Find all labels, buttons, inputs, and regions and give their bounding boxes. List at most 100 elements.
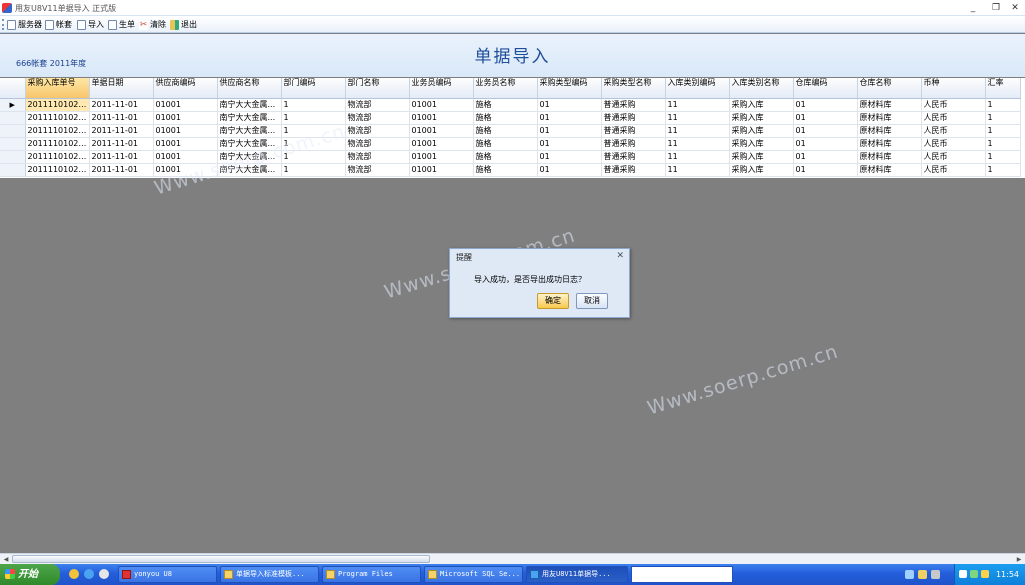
volume-icon[interactable] [981,570,989,578]
grid-cell[interactable]: 11 [665,163,730,177]
grid-cell[interactable]: 普通采购 [601,111,666,125]
grid-cell[interactable]: 1 [985,163,1021,177]
column-header[interactable]: 采购类型名称 [601,78,666,99]
security-icon[interactable] [970,570,978,578]
grid-cell[interactable]: 物流部 [345,98,410,112]
table-row[interactable]: 201111010205 2011-11-01 01001 南宁大大金属... 1 物流部… [0,137,1021,151]
grid-cell[interactable]: 1 [281,98,346,112]
column-header[interactable]: 采购入库单号 [25,78,90,99]
grid-cell[interactable]: 01 [793,150,858,164]
grid-cell[interactable]: 1 [985,150,1021,164]
toolbar-grip[interactable] [2,19,4,30]
grid-cell[interactable]: 01001 [409,98,474,112]
grid-cell[interactable]: 物流部 [345,137,410,151]
grid-cell[interactable]: 01001 [409,137,474,151]
column-header[interactable]: 采购类型编码 [537,78,602,99]
column-header[interactable]: 供应商名称 [217,78,282,99]
grid-cell[interactable]: 施格 [473,150,538,164]
grid-cell[interactable]: 施格 [473,163,538,177]
grid-cell[interactable]: 11 [665,111,730,125]
language-icon[interactable] [905,570,914,579]
grid-cell[interactable]: 01 [537,111,602,125]
column-header[interactable]: 供应商编码 [153,78,218,99]
grid-cell[interactable]: 采购入库 [729,124,794,138]
row-header[interactable] [0,150,26,164]
grid-cell[interactable]: 人民币 [921,137,986,151]
grid-cell[interactable]: 201111010206 [25,163,90,177]
column-header[interactable]: 仓库名称 [857,78,922,99]
grid-cell[interactable]: 01001 [409,124,474,138]
column-header[interactable]: 部门编码 [281,78,346,99]
start-button[interactable]: 开始 [0,564,60,585]
grid-cell[interactable]: 物流部 [345,163,410,177]
cancel-button[interactable]: 取消 [576,293,608,309]
grid-cell[interactable]: 南宁大大金属... [217,124,282,138]
grid-cell[interactable]: 201111010206 [25,150,90,164]
column-header[interactable]: 入库类别名称 [729,78,794,99]
grid-cell[interactable]: 人民币 [921,111,986,125]
quicklaunch-icon[interactable] [84,569,94,579]
grid-cell[interactable]: 2011-11-01 [89,124,154,138]
grid-cell[interactable]: 南宁大大金属... [217,98,282,112]
clear-button[interactable]: ✂ 清除 [139,18,166,31]
grid-cell[interactable]: 01 [793,98,858,112]
scroll-left-icon[interactable]: ◀ [1,555,11,564]
grid-cell[interactable]: 普通采购 [601,150,666,164]
close-icon[interactable]: ✕ [616,251,624,261]
data-grid[interactable]: 采购入库单号 单据日期 供应商编码 供应商名称 部门编码 部门名称 业务员编码 … [0,78,1025,178]
column-header[interactable]: 单据日期 [89,78,154,99]
grid-cell[interactable]: 01001 [409,111,474,125]
grid-cell[interactable]: 采购入库 [729,163,794,177]
grid-cell[interactable]: 原材料库 [857,124,922,138]
grid-cell[interactable]: 采购入库 [729,150,794,164]
grid-cell[interactable]: 01001 [409,150,474,164]
close-button[interactable]: ✕ [1005,1,1025,15]
grid-cell[interactable]: 11 [665,150,730,164]
grid-cell[interactable]: 2011-11-01 [89,137,154,151]
grid-cell[interactable]: 2011-11-01 [89,150,154,164]
ok-button[interactable]: 确定 [537,293,569,309]
grid-cell[interactable]: 普通采购 [601,124,666,138]
grid-cell[interactable]: 01 [793,111,858,125]
grid-cell[interactable]: 人民币 [921,150,986,164]
grid-cell[interactable]: 01 [793,163,858,177]
horizontal-scrollbar[interactable]: ◀ ▶ [0,553,1025,564]
column-header[interactable]: 汇率 [985,78,1021,99]
grid-cell[interactable]: 普通采购 [601,98,666,112]
grid-cell[interactable]: 1 [985,111,1021,125]
grid-cell[interactable]: 采购入库 [729,111,794,125]
grid-cell[interactable]: 201111010205 [25,137,90,151]
grid-cell[interactable]: 人民币 [921,124,986,138]
grid-cell[interactable]: 01 [793,137,858,151]
grid-cell[interactable]: 施格 [473,98,538,112]
grid-cell[interactable]: 01001 [153,124,218,138]
tray-icon[interactable] [918,570,927,579]
column-header[interactable]: 业务员编码 [409,78,474,99]
grid-cell[interactable]: 2011-11-01 [89,98,154,112]
grid-cell[interactable]: 人民币 [921,98,986,112]
table-row[interactable]: 201111010206 2011-11-01 01001 南宁大大金属... 1 物流部… [0,150,1021,164]
task-button[interactable]: yonyou U8 [118,566,217,583]
grid-cell[interactable]: 普通采购 [601,137,666,151]
grid-cell[interactable]: 普通采购 [601,163,666,177]
grid-cell[interactable]: 1 [985,137,1021,151]
grid-cell[interactable]: 施格 [473,111,538,125]
grid-cell[interactable]: 南宁大大金属... [217,111,282,125]
grid-cell[interactable]: 01 [537,150,602,164]
restore-button[interactable]: ❐ [986,1,1006,15]
grid-cell[interactable]: 01 [793,124,858,138]
grid-cell[interactable]: 1 [985,124,1021,138]
task-button[interactable]: 单据导入标准模板... [220,566,319,583]
grid-cell[interactable]: 原材料库 [857,111,922,125]
column-header[interactable]: 币种 [921,78,986,99]
row-header[interactable]: ▶ [0,98,26,112]
grid-cell[interactable]: 01 [537,163,602,177]
import-button[interactable]: 导入 [77,18,104,31]
table-row[interactable]: 201111010206 2011-11-01 01001 南宁大大金属... 1 物流部… [0,163,1021,177]
row-header-corner[interactable] [0,78,26,99]
table-row[interactable]: ▶ 201111010205 2011-11-01 01001 南宁大大金属... 1 物流… [0,98,1021,112]
account-button[interactable]: 帐套 [45,18,72,31]
grid-cell[interactable]: 01 [537,124,602,138]
row-header[interactable] [0,137,26,151]
grid-cell[interactable]: 201111010205 [25,111,90,125]
